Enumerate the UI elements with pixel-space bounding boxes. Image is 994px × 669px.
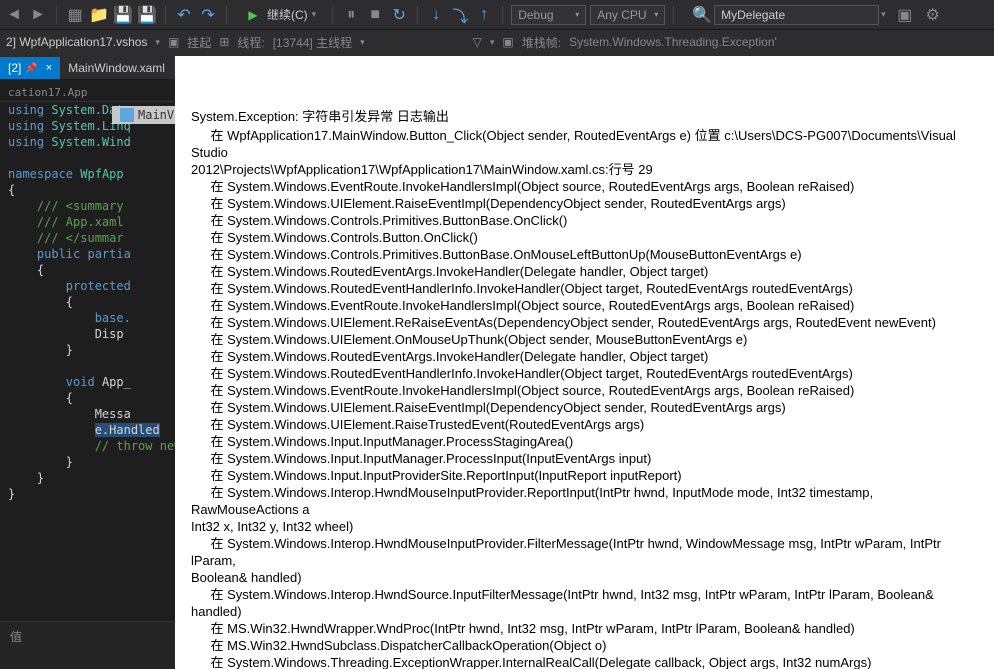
code-editor[interactable]: cation17.App MainV using System.Data usi… bbox=[0, 80, 175, 669]
stack-line: 在 System.Windows.Controls.Button.OnClick… bbox=[191, 229, 978, 246]
close-icon[interactable]: × bbox=[46, 62, 52, 74]
stackframe-value: System.Windows.Threading.Exception' bbox=[569, 35, 777, 49]
stop-icon[interactable]: ■ bbox=[365, 5, 385, 25]
continue-label: 继续(C) bbox=[267, 6, 308, 23]
stack-line: 在 System.Windows.Threading.ExceptionWrap… bbox=[191, 654, 978, 669]
window-icon bbox=[120, 108, 134, 122]
quick-launch: 🔍 MyDelegate ▾ bbox=[692, 5, 885, 25]
stackframe-label: 堆栈帧: bbox=[522, 34, 561, 51]
exception-header: System.Exception: 字符串引发异常 日志输出 bbox=[191, 108, 978, 125]
step-over-icon[interactable]: ⤵ bbox=[450, 5, 470, 25]
save-icon[interactable]: 💾 bbox=[113, 5, 133, 25]
stack-trace: 在 WpfApplication17.MainWindow.Button_Cli… bbox=[191, 127, 978, 669]
suspend-icon[interactable]: ▣ bbox=[168, 35, 179, 49]
stack-line: 在 System.Windows.Interop.HwndMouseInputP… bbox=[191, 535, 978, 586]
pin-icon: 📌 bbox=[25, 63, 37, 74]
funnel-icon[interactable]: ▽ bbox=[473, 35, 482, 49]
locals-panel: 值 bbox=[0, 621, 175, 669]
stack-line: 在 System.Windows.Input.InputProviderSite… bbox=[191, 467, 978, 484]
toolbar: ◄ ► ▦ 📁 💾 💾 ↶ ↷ ▶ 继续(C) ▾ ⏸ ■ ↻ ↓ ⤵ ↑ De… bbox=[0, 0, 994, 30]
open-icon[interactable]: 📁 bbox=[89, 5, 109, 25]
stack-line: 在 System.Windows.EventRoute.InvokeHandle… bbox=[191, 382, 978, 399]
stack-line: 在 System.Windows.Interop.HwndMouseInputP… bbox=[191, 484, 978, 535]
stack-line: 在 System.Windows.Controls.Primitives.But… bbox=[191, 246, 978, 263]
stack-line: 在 System.Windows.RoutedEventArgs.InvokeH… bbox=[191, 348, 978, 365]
process-name: 2] WpfApplication17.vshos bbox=[6, 35, 147, 49]
stack-line: 在 System.Windows.EventRoute.InvokeHandle… bbox=[191, 178, 978, 195]
config-dropdown[interactable]: Debug ▾ bbox=[511, 5, 586, 25]
stack-line: 在 System.Windows.Input.InputManager.Proc… bbox=[191, 433, 978, 450]
tab-mainwindow[interactable]: MainWindow.xaml bbox=[60, 57, 173, 79]
stack-line: 在 WpfApplication17.MainWindow.Button_Cli… bbox=[191, 127, 978, 178]
breadcrumb[interactable]: cation17.App bbox=[0, 84, 175, 102]
stack-line: 在 System.Windows.UIElement.RaiseEventImp… bbox=[191, 195, 978, 212]
stack-line: 在 System.Windows.Interop.HwndSource.Inpu… bbox=[191, 586, 978, 620]
debug-location-bar: 2] WpfApplication17.vshos ▾ ▣ 挂起 ⊞ 线程: [… bbox=[0, 30, 994, 54]
pause-icon[interactable]: ⏸ bbox=[341, 5, 361, 25]
stack-line: 在 System.Windows.Controls.Primitives.But… bbox=[191, 212, 978, 229]
save-all-icon[interactable]: 💾 bbox=[137, 5, 157, 25]
dropdown-arrow-icon: ▾ bbox=[312, 9, 317, 20]
stack-line: 在 System.Windows.RoutedEventHandlerInfo.… bbox=[191, 280, 978, 297]
stack-line: 在 System.Windows.UIElement.ReRaiseEventA… bbox=[191, 314, 978, 331]
stack-line: 在 MS.Win32.HwndWrapper.WndProc(IntPtr hw… bbox=[191, 620, 978, 637]
stack-line: 在 System.Windows.UIElement.RaiseEventImp… bbox=[191, 399, 978, 416]
stack-line: 在 System.Windows.UIElement.OnMouseUpThun… bbox=[191, 331, 978, 348]
stackframe-icon[interactable]: ▣ bbox=[502, 35, 513, 49]
quick-launch-input[interactable]: MyDelegate bbox=[714, 5, 879, 25]
step-into-icon[interactable]: ↓ bbox=[426, 5, 446, 25]
continue-button[interactable]: ▶ 继续(C) ▾ bbox=[235, 3, 324, 27]
stack-line: 在 System.Windows.EventRoute.InvokeHandle… bbox=[191, 297, 978, 314]
nav-back-icon[interactable]: ◄ bbox=[4, 5, 24, 25]
subwindow-tab[interactable]: MainV bbox=[112, 106, 175, 124]
stack-line: 在 System.Windows.RoutedEventArgs.InvokeH… bbox=[191, 263, 978, 280]
tool-icon-2[interactable]: ⚙ bbox=[924, 6, 942, 24]
new-project-icon[interactable]: ▦ bbox=[65, 5, 85, 25]
stack-line: 在 System.Windows.UIElement.RaiseTrustedE… bbox=[191, 416, 978, 433]
redo-icon[interactable]: ↷ bbox=[198, 5, 218, 25]
restart-icon[interactable]: ↻ bbox=[389, 5, 409, 25]
thread-label: 线程: bbox=[237, 34, 264, 51]
tab-active[interactable]: [2] 📌 × bbox=[0, 57, 60, 79]
search-icon: 🔍 bbox=[692, 5, 712, 25]
thread-icon[interactable]: ⊞ bbox=[219, 35, 229, 49]
undo-icon[interactable]: ↶ bbox=[174, 5, 194, 25]
exception-popup[interactable]: System.Exception: 字符串引发异常 日志输出 在 WpfAppl… bbox=[175, 56, 994, 669]
play-icon: ▶ bbox=[243, 5, 263, 25]
step-out-icon[interactable]: ↑ bbox=[474, 5, 494, 25]
stack-line: 在 MS.Win32.HwndSubclass.DispatcherCallba… bbox=[191, 637, 978, 654]
nav-fwd-icon[interactable]: ► bbox=[28, 5, 48, 25]
thread-value: [13744] 主线程 bbox=[273, 34, 352, 51]
value-column-label: 值 bbox=[10, 628, 22, 645]
tool-icon-1[interactable]: ▣ bbox=[896, 6, 914, 24]
stack-line: 在 System.Windows.Input.InputManager.Proc… bbox=[191, 450, 978, 467]
platform-dropdown[interactable]: Any CPU ▾ bbox=[590, 5, 665, 25]
suspend-label: 挂起 bbox=[187, 34, 211, 51]
stack-line: 在 System.Windows.RoutedEventHandlerInfo.… bbox=[191, 365, 978, 382]
